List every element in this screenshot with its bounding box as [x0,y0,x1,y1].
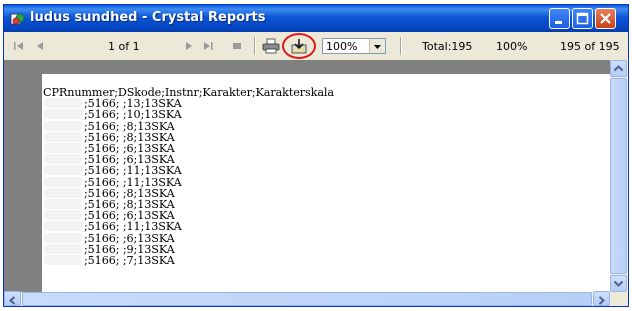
report-toolbar: 1 of 1 100% Total:195 100% 195 of 195 [4,32,628,61]
minimize-button[interactable] [549,8,570,29]
close-icon [600,13,611,24]
previous-page-icon[interactable] [34,38,48,54]
first-page-icon[interactable] [12,38,26,54]
redaction-blur [44,98,82,109]
close-button[interactable] [595,8,616,29]
redaction-blur [44,131,82,142]
report-page: CPRnummer;DSkode;Instnr;Karakter;Karakte… [42,74,610,292]
redaction-blur [44,255,82,265]
chevron-down-icon [613,280,624,287]
chevron-left-icon [8,296,16,305]
zoom-value: 100% [326,40,358,53]
zoom-dropdown-button[interactable] [369,39,385,53]
scroll-down-button[interactable] [610,275,627,292]
records-label: 195 of 195 [560,40,620,53]
redaction-blur [44,165,82,176]
redaction-blur [44,199,82,209]
chevron-up-icon [613,65,624,72]
maximize-icon [576,12,589,25]
last-page-icon[interactable] [201,38,215,54]
maximize-button[interactable] [572,8,593,29]
toolbar-separator [254,37,256,55]
redaction-blur [44,109,82,120]
scroll-right-button[interactable] [593,291,610,306]
export-highlight-circle [282,33,316,59]
redaction-blur [44,232,82,243]
minimize-icon [555,21,562,24]
scroll-left-button[interactable] [4,291,21,306]
vertical-scrollbar[interactable] [610,60,628,292]
toolbar-separator [400,37,402,55]
redaction-blur [44,187,82,198]
report-data-line: ;5166; ;7;13SKA [84,254,175,267]
redaction-blur [44,154,82,165]
page-indicator: 1 of 1 [108,40,140,53]
redaction-blur [44,221,82,232]
zoom-select[interactable]: 100% [322,38,386,54]
crystal-reports-app-icon [10,13,25,25]
horizontal-scrollbar[interactable] [4,291,610,306]
next-page-icon[interactable] [182,38,196,54]
vertical-scroll-thumb[interactable] [610,78,627,274]
redaction-blur [44,120,82,131]
redaction-blur [44,210,82,221]
redaction-blur [44,143,82,153]
horizontal-scroll-thumb[interactable] [22,292,592,306]
percent-label: 100% [496,40,528,53]
window-title: ludus sundhed - Crystal Reports [30,10,266,25]
redaction-blur [44,243,82,254]
chevron-down-icon [374,45,381,49]
report-viewport[interactable]: CPRnummer;DSkode;Instnr;Karakter;Karakte… [4,60,610,292]
resize-grip[interactable] [610,292,628,306]
print-icon[interactable] [262,38,280,54]
scroll-up-button[interactable] [610,60,627,77]
redaction-blur [44,176,82,187]
total-records-label: Total:195 [422,40,473,53]
title-bar[interactable]: ludus sundhed - Crystal Reports [4,5,628,32]
crystal-reports-window: ludus sundhed - Crystal Reports 1 of 1 1… [3,4,629,307]
chevron-right-icon [598,296,606,305]
stop-icon[interactable] [230,38,244,54]
